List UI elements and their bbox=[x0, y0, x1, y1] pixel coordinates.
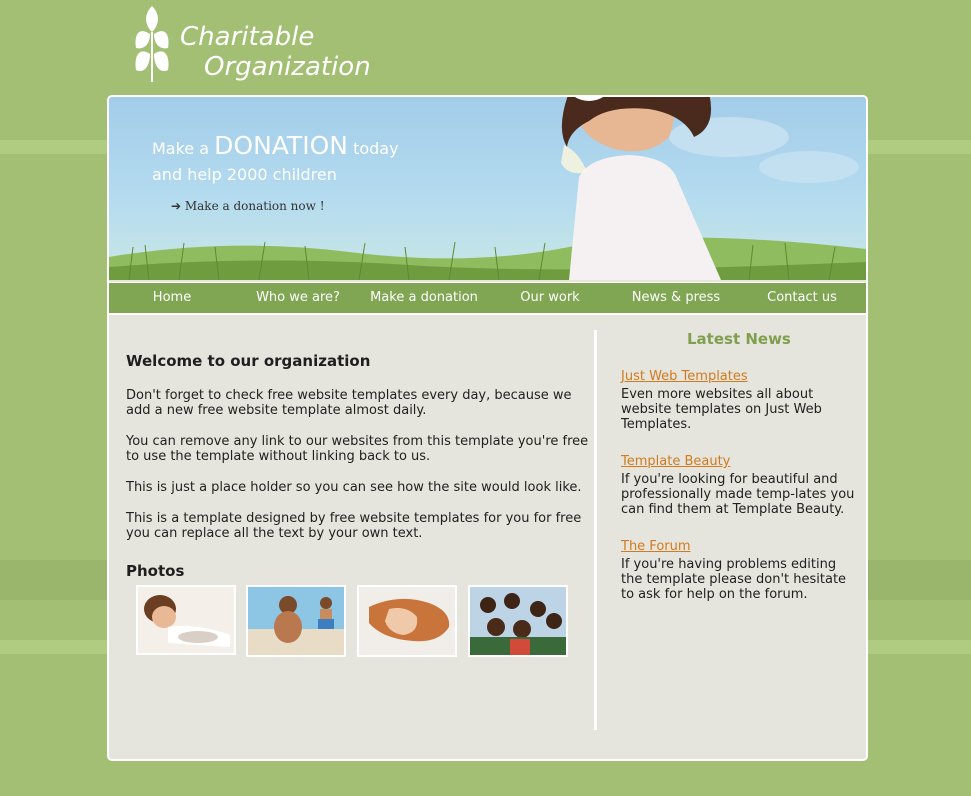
photo-group-children bbox=[470, 587, 566, 655]
nav-item-make-a-donation[interactable]: Make a donation bbox=[361, 283, 487, 313]
news-text: Even more websites all about website tem… bbox=[621, 387, 822, 432]
nav-item-home[interactable]: Home bbox=[109, 283, 235, 313]
paragraph: You can remove any link to our websites … bbox=[126, 434, 589, 464]
nav-item-contact-us[interactable]: Contact us bbox=[739, 283, 865, 313]
hero-illustration bbox=[109, 97, 866, 280]
nav-item-news-press[interactable]: News & press bbox=[613, 283, 739, 313]
nav-item-our-work[interactable]: Our work bbox=[487, 283, 613, 313]
news-link-template-beauty[interactable]: Template Beauty bbox=[621, 454, 730, 469]
column-divider bbox=[594, 330, 597, 730]
hero-headline-suffix: today bbox=[353, 139, 399, 158]
logo-text-line1: Charitable bbox=[180, 22, 315, 52]
page-title: Welcome to our organization bbox=[126, 352, 371, 370]
photo-thumbnail[interactable] bbox=[136, 585, 236, 655]
photo-hands bbox=[359, 587, 455, 655]
photos-heading: Photos bbox=[126, 562, 185, 580]
site-logo[interactable]: Charitable Organization bbox=[130, 4, 390, 86]
nav-item-who-we-are[interactable]: Who we are? bbox=[235, 283, 361, 313]
paragraph: Don't forget to check free website templ… bbox=[126, 388, 572, 418]
news-text: If you're looking for beautiful and prof… bbox=[621, 472, 855, 517]
photo-child-lying bbox=[138, 587, 234, 653]
sidebar-title: Latest News bbox=[687, 330, 791, 348]
photo-thumbnail[interactable] bbox=[357, 585, 457, 657]
paragraph: This is a template designed by free webs… bbox=[126, 511, 582, 541]
hero-subheadline: and help 2000 children bbox=[152, 165, 337, 184]
news-text: If you're having problems editing the te… bbox=[621, 557, 847, 602]
hero-banner: Make a DONATION today and help 2000 chil… bbox=[109, 97, 866, 280]
main-nav: Home Who we are? Make a donation Our wor… bbox=[109, 282, 866, 315]
logo-text-line2: Organization bbox=[204, 52, 371, 82]
donate-now-link[interactable]: ➔ Make a donation now ! bbox=[171, 199, 325, 213]
photo-thumbnail[interactable] bbox=[246, 585, 346, 657]
hero-headline-prefix: Make a bbox=[152, 139, 210, 158]
photo-thumbnail[interactable] bbox=[468, 585, 568, 657]
photo-children-beach bbox=[248, 587, 344, 655]
hero-headline: Make a DONATION today bbox=[152, 131, 399, 160]
hero-headline-highlight: DONATION bbox=[214, 131, 348, 160]
wheat-leaf-icon bbox=[135, 6, 169, 82]
page-frame: Make a DONATION today and help 2000 chil… bbox=[107, 95, 868, 761]
news-link-the-forum[interactable]: The Forum bbox=[621, 539, 691, 554]
news-link-just-web-templates[interactable]: Just Web Templates bbox=[621, 369, 748, 384]
paragraph: This is just a place holder so you can s… bbox=[126, 480, 582, 495]
